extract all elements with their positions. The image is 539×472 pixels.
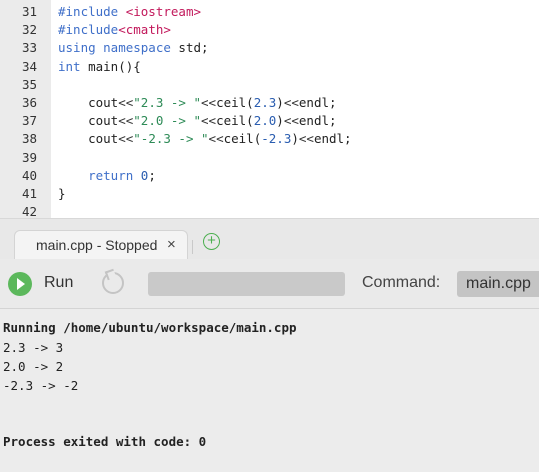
- code-token: 2.3: [253, 95, 277, 110]
- line-code: int main(){: [58, 58, 141, 76]
- line-number: 34: [21, 58, 37, 74]
- code-token: <<: [118, 131, 134, 147]
- restart-icon[interactable]: [102, 272, 124, 294]
- code-token: <<: [118, 113, 134, 129]
- line-number: 39: [21, 149, 37, 165]
- code-editor[interactable]: 31 #include <iostream> 32 #include<cmath> 33…: [0, 0, 539, 218]
- code-token: ceil(: [216, 113, 254, 129]
- code-token: endl;: [298, 95, 337, 110]
- output-console[interactable]: Running /home/ubuntu/workspace/main.cpp …: [0, 309, 539, 472]
- code-token: endl;: [298, 113, 337, 129]
- code-token: <<: [298, 131, 314, 147]
- line-code: cout<<"2.0 -> "<<ceil(2.0)<<endl;: [58, 112, 337, 130]
- run-label: Run: [44, 274, 74, 291]
- code-token: cout: [58, 131, 119, 147]
- code-token: ;: [148, 167, 156, 183]
- code-token: }: [58, 186, 66, 201]
- code-token: "2.0 -> ": [133, 113, 202, 129]
- code-token: ceil(: [223, 131, 262, 147]
- code-token: ceil(: [216, 95, 254, 110]
- add-tab-icon[interactable]: +: [203, 233, 220, 250]
- run-button[interactable]: Run: [8, 272, 88, 296]
- line-number: 36: [21, 95, 37, 110]
- line-number: 41: [21, 186, 37, 201]
- code-token: std;: [178, 40, 209, 56]
- line-number: 42: [21, 204, 37, 218]
- code-token: -2.3: [261, 131, 292, 147]
- code-token: "2.3 -> ": [133, 95, 202, 110]
- line-code: using namespace std;: [58, 39, 209, 57]
- command-label: Command:: [362, 274, 441, 291]
- line-number: 33: [21, 40, 37, 56]
- code-token: <<: [208, 131, 224, 147]
- code-token: <<: [283, 95, 299, 110]
- code-token: "-2.3 -> ": [133, 131, 209, 147]
- running-line: Running /home/ubuntu/workspace/main.cpp: [3, 320, 297, 335]
- code-token: using namespace: [58, 40, 179, 56]
- line-code: #include<cmath>: [58, 21, 171, 39]
- tab-main-cpp[interactable]: main.cpp - Stopped ×: [14, 230, 193, 261]
- code-token: <<: [201, 95, 217, 110]
- line-code: }: [58, 185, 66, 203]
- code-token: <<: [118, 95, 134, 110]
- line-number: 32: [21, 22, 37, 38]
- code-token: ): [276, 113, 284, 129]
- line-code: return 0;: [58, 167, 156, 185]
- code-token: ): [291, 131, 299, 147]
- line-number: 35: [21, 76, 37, 92]
- line-number: 31: [21, 4, 37, 19]
- play-icon: [8, 272, 32, 296]
- tab-label: main.cpp - Stopped: [36, 237, 158, 253]
- code-token: cout: [58, 113, 119, 129]
- run-progress-bar: [148, 272, 345, 296]
- code-token: 2.0: [253, 113, 277, 129]
- exit-line: Process exited with code: 0: [3, 434, 207, 449]
- output-line: 2.0 -> 2: [3, 359, 64, 374]
- tab-divider: [192, 240, 193, 254]
- run-toolbar: Run Command: main.cpp: [0, 259, 539, 309]
- tab-bar: main.cpp - Stopped × +: [0, 218, 539, 261]
- command-input[interactable]: main.cpp: [457, 271, 539, 297]
- line-number: 38: [21, 131, 37, 147]
- close-icon[interactable]: ×: [167, 237, 176, 253]
- output-line: 2.3 -> 3: [3, 340, 64, 355]
- output-line: -2.3 -> -2: [3, 378, 79, 393]
- code-token: endl;: [313, 131, 352, 147]
- code-token: #include: [58, 22, 119, 38]
- code-token: ): [276, 95, 284, 110]
- line-number: 37: [21, 113, 37, 129]
- line-number: 40: [21, 167, 37, 183]
- code-token: <<: [201, 113, 217, 129]
- code-token: <cmath>: [118, 22, 171, 38]
- line-code: #include <iostream>: [58, 3, 201, 21]
- code-token: int: [58, 58, 89, 74]
- code-token: <<: [283, 113, 299, 129]
- code-token: return: [58, 167, 141, 183]
- code-token: main(){: [88, 58, 141, 74]
- line-code: cout<<"-2.3 -> "<<ceil(-2.3)<<endl;: [58, 130, 352, 148]
- code-token: cout: [58, 95, 119, 110]
- code-token: <iostream>: [125, 4, 201, 19]
- code-token: #include: [58, 4, 126, 19]
- line-code: cout<<"2.3 -> "<<ceil(2.3)<<endl;: [58, 94, 337, 112]
